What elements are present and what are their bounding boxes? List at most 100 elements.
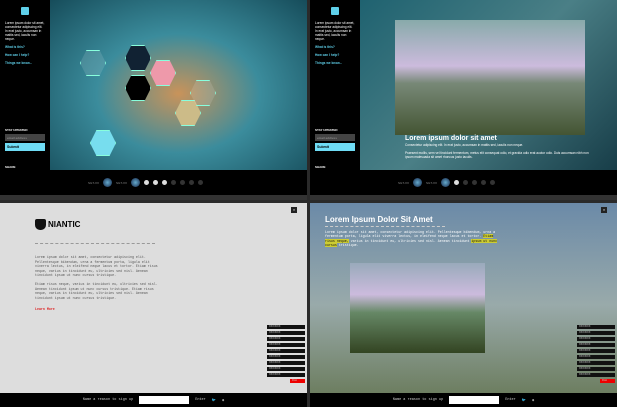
timeline-dot[interactable]: [481, 180, 487, 185]
stack-item[interactable]: XX/XX/XX: [577, 361, 615, 365]
text: varius in tincidunt eu, ultricies sed ni…: [348, 238, 472, 243]
stack-item[interactable]: XX/XX/XX: [577, 367, 615, 371]
link-help[interactable]: How can I help?: [5, 53, 45, 57]
stack-item[interactable]: XX/XX/XX: [577, 337, 615, 341]
stack-item[interactable]: XX/XX/XX: [267, 355, 305, 359]
timeline-dot[interactable]: [171, 180, 177, 185]
link-help[interactable]: How can I help?: [315, 53, 355, 57]
body-text: Lorem ipsum dolor sit amet, consectetur …: [35, 255, 160, 312]
hex-tile[interactable]: [90, 130, 116, 156]
globe-icon[interactable]: [413, 178, 423, 187]
panel-photo-paper: × Lorem Ipsum Dolor Sit Amet Lorem ipsum…: [310, 203, 617, 407]
timeline-dot[interactable]: [189, 180, 195, 185]
hex-tile[interactable]: [150, 60, 176, 86]
stack-item[interactable]: XX/XX/XX: [577, 373, 615, 377]
enter-button[interactable]: Enter: [195, 398, 206, 402]
stack-item[interactable]: XX/XX/XX: [267, 343, 305, 347]
stack-item[interactable]: XX/XX/XX: [577, 331, 615, 335]
twitter-icon[interactable]: 🐦: [522, 398, 526, 403]
brand-name: NIANTIC: [48, 220, 81, 229]
logo-icon[interactable]: [21, 7, 29, 15]
reason-input[interactable]: [449, 396, 500, 404]
stack-item[interactable]: XX/XX/XX: [267, 325, 305, 329]
stack-item[interactable]: XX/XX/XX: [267, 337, 305, 341]
close-button[interactable]: ×: [291, 207, 297, 213]
timeline-dot[interactable]: [198, 180, 204, 185]
article-text: Lorem ipsum dolor sit amet, consectetur …: [325, 230, 505, 247]
footer-bar: Name a reason to sign up Enter 🐦 ◉: [310, 393, 617, 407]
caption-title: Lorem ipsum dolor sit amet: [405, 135, 497, 142]
logo-icon[interactable]: [331, 7, 339, 15]
date-stack: XX/XX/XX XX/XX/XX XX/XX/XX XX/XX/XX XX/XX/XX…: [267, 325, 305, 385]
link-what[interactable]: What is this?: [5, 45, 45, 49]
stay-updated-label: STAY UPDATED: [315, 128, 338, 132]
stack-item[interactable]: XX/XX/XX: [267, 349, 305, 353]
stack-item[interactable]: XX/XX/XX: [577, 355, 615, 359]
hex-tile[interactable]: [125, 45, 151, 71]
timeline-dot[interactable]: [490, 180, 496, 185]
stack-item[interactable]: XX/XX/XX: [267, 367, 305, 371]
signup-prompt: Name a reason to sign up: [82, 398, 134, 402]
sidebar-intro: Lorem ipsum dolor sit amet, consectetur …: [5, 21, 45, 41]
enter-button[interactable]: Enter: [505, 398, 516, 402]
stack-item[interactable]: XX/XX/XX: [267, 331, 305, 335]
globe-icon[interactable]: [103, 178, 113, 187]
timeline-dot[interactable]: [472, 180, 478, 185]
sidebar-intro: Lorem ipsum dolor sit amet, consectetur …: [315, 21, 355, 41]
submit-button[interactable]: Submit: [5, 143, 45, 151]
panel-niantic-paper: × NIANTIC Lorem ipsum dolor sit amet, co…: [0, 203, 307, 407]
panel-hex-grid: Lorem ipsum dolor sit amet, consectetur …: [0, 0, 307, 200]
timeline-bar: SGT-XX SGT-XX: [0, 170, 307, 195]
globe-icon[interactable]: [131, 178, 141, 187]
post-button[interactable]: Post: [290, 379, 305, 383]
email-input[interactable]: email address: [315, 134, 355, 141]
timeline-dot[interactable]: [153, 180, 159, 185]
email-input[interactable]: email address: [5, 134, 45, 141]
stack-item[interactable]: XX/XX/XX: [267, 361, 305, 365]
reason-input[interactable]: [139, 396, 190, 404]
share-label: SHARE: [5, 165, 16, 169]
globe-icon[interactable]: ◉: [222, 398, 224, 403]
timeline-label: SGT-XX: [426, 180, 438, 185]
share-label: SHARE: [315, 165, 326, 169]
globe-icon[interactable]: [441, 178, 451, 187]
article-photo: [350, 263, 485, 353]
link-know[interactable]: Things we know...: [315, 61, 355, 65]
hex-grid: [50, 0, 307, 170]
twitter-icon[interactable]: 🐦: [212, 398, 216, 403]
timeline-label: SGT-XX: [398, 180, 410, 185]
close-button[interactable]: ×: [601, 207, 607, 213]
stack-item[interactable]: XX/XX/XX: [267, 373, 305, 377]
stack-item[interactable]: XX/XX/XX: [577, 349, 615, 353]
submit-button[interactable]: Submit: [315, 143, 355, 151]
shield-icon: [35, 219, 46, 230]
paragraph: Lorem ipsum dolor sit amet, consectetur …: [35, 255, 158, 277]
caption: Lorem ipsum dolor sit amet Consectetur a…: [405, 135, 595, 159]
timeline-dot[interactable]: [144, 180, 150, 185]
learn-more-link[interactable]: Learn More: [35, 307, 160, 312]
link-what[interactable]: What is this?: [315, 45, 355, 49]
timeline-dot[interactable]: [180, 180, 186, 185]
text: tristique.: [336, 242, 359, 247]
globe-icon[interactable]: ◉: [532, 398, 534, 403]
stay-updated-label: STAY UPDATED: [5, 128, 28, 132]
hex-tile[interactable]: [125, 75, 151, 101]
text: Lorem ipsum dolor sit amet, consectetur …: [325, 230, 496, 239]
footer-bar: Name a reason to sign up Enter 🐦 ◉: [0, 393, 307, 407]
timeline-dot[interactable]: [463, 180, 469, 185]
hex-tile[interactable]: [80, 50, 106, 76]
signup-prompt: Name a reason to sign up: [392, 398, 444, 402]
stack-item[interactable]: XX/XX/XX: [577, 325, 615, 329]
date-stack: XX/XX/XX XX/XX/XX XX/XX/XX XX/XX/XX XX/XX/XX…: [577, 325, 615, 385]
timeline-dot[interactable]: [454, 180, 460, 185]
stack-item[interactable]: XX/XX/XX: [577, 343, 615, 347]
sidebar: Lorem ipsum dolor sit amet, consectetur …: [0, 0, 50, 170]
caption-line: Consectetur adipiscing elit. In erat jus…: [405, 143, 524, 147]
article-title: Lorem Ipsum Dolor Sit Amet: [325, 215, 445, 227]
timeline-dot[interactable]: [162, 180, 168, 185]
caption-line: Praesent mollis, sem vel tincidunt ferme…: [405, 151, 589, 159]
post-button[interactable]: Post: [600, 379, 615, 383]
link-know[interactable]: Things we know...: [5, 61, 45, 65]
detail-photo: [395, 20, 585, 135]
timeline-bar: SGT-XX SGT-XX: [310, 170, 617, 195]
